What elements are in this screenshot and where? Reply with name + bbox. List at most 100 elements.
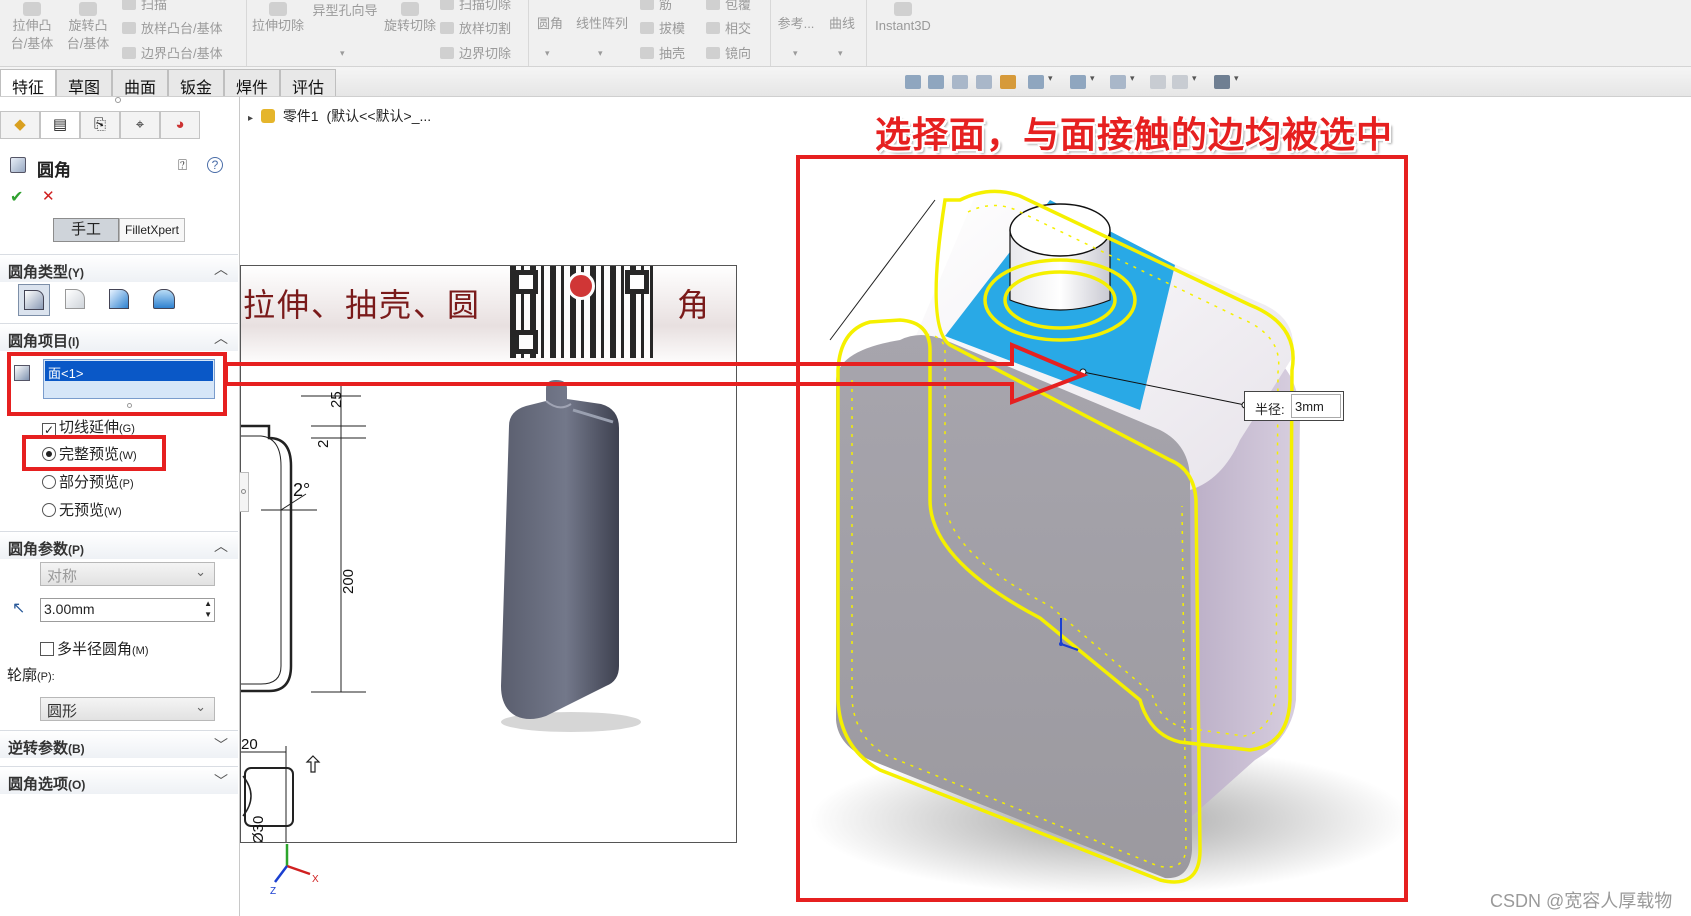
radius-spin-down-icon[interactable]: ▼ [204, 610, 212, 620]
annotation-box-model [796, 155, 1408, 902]
panel-splitter-handle[interactable] [115, 97, 121, 103]
fillet-options-section-header[interactable]: 圆角选项(O) ﹀ [0, 766, 238, 794]
property-manager-tab[interactable]: ▤ [40, 111, 80, 139]
collapse-chevron-icon[interactable]: ︿ [214, 259, 228, 279]
view-orientation-icon[interactable] [1028, 75, 1044, 89]
hide-show-icon[interactable] [1110, 75, 1126, 89]
revolved-boss-button[interactable]: 旋转凸台/基体 [62, 2, 114, 53]
configuration-manager-tab[interactable]: ⎘ [80, 111, 120, 139]
swept-cut-button[interactable]: 扫描切除 [440, 0, 511, 13]
radius-input[interactable]: 3.00mm ▲ ▼ [40, 598, 215, 622]
constant-size-fillet-button[interactable] [18, 284, 50, 316]
fillet-button[interactable]: 圆角 [530, 2, 570, 33]
revolved-cut-button[interactable]: 旋转切除 [384, 2, 436, 35]
boundary-cut-button[interactable]: 边界切除 [440, 43, 511, 62]
curves-dropdown-icon[interactable]: ▾ [838, 48, 843, 59]
no-preview-radio[interactable]: 无预览(W) [42, 499, 122, 520]
reverse-params-section-header[interactable]: 逆转参数(B) ﹀ [0, 730, 238, 758]
tab-sheet-metal-label: 钣金 [179, 80, 212, 97]
cancel-button[interactable]: ✕ [42, 187, 55, 205]
reference-geometry-dropdown-icon[interactable]: ▾ [793, 48, 798, 59]
tangent-propagation-shortcut: (G) [119, 423, 135, 435]
display-style-icon[interactable] [1070, 75, 1086, 89]
lofted-cut-button[interactable]: 放样切割 [440, 18, 511, 37]
detailed-preview-icon[interactable]: ⍰ [178, 157, 187, 174]
extruded-cut-label: 拉伸切除 [252, 18, 305, 33]
apply-scene-dropdown-icon[interactable]: ▾ [1192, 73, 1197, 84]
dimxpert-tab[interactable]: ⌖ [120, 111, 160, 139]
curves-button[interactable]: 曲线 [822, 2, 862, 33]
expand-chevron-icon[interactable]: ﹀ [214, 735, 228, 755]
draft-button[interactable]: 拔模 [640, 18, 685, 37]
full-round-fillet-button[interactable] [148, 284, 180, 316]
view-orientation-dropdown-icon[interactable]: ▾ [1048, 73, 1053, 84]
view-settings-icon[interactable] [1214, 75, 1230, 89]
extruded-cut-button[interactable]: 拉伸切除 [252, 2, 304, 35]
panel-collapse-tab[interactable] [240, 472, 249, 512]
fillet-items-section-header[interactable]: 圆角项目(I) ︿ [0, 323, 238, 351]
swept-boss-button[interactable]: 扫描 [122, 0, 167, 13]
rib-button[interactable]: 筋 [640, 0, 672, 13]
view-settings-dropdown-icon[interactable]: ▾ [1234, 73, 1239, 84]
display-style-dropdown-icon[interactable]: ▾ [1090, 73, 1095, 84]
multi-radius-checkbox[interactable]: 多半径圆角(M) [40, 638, 149, 659]
zoom-to-fit-icon[interactable] [905, 75, 921, 89]
reference-geometry-button[interactable]: 参考... [772, 2, 820, 33]
reverse-params-title: 逆转参数 [8, 740, 69, 757]
wrap-button[interactable]: 包覆 [706, 0, 751, 13]
section-view-icon[interactable] [976, 75, 992, 89]
lofted-boss-button[interactable]: 放样凸台/基体 [122, 18, 223, 37]
manual-mode-button[interactable]: 手工 [53, 218, 119, 242]
collapse-chevron-icon[interactable]: ︿ [214, 536, 228, 556]
fillet-dropdown-icon[interactable]: ▾ [545, 48, 550, 59]
tab-evaluate[interactable]: 评估 [280, 69, 336, 97]
display-manager-tab[interactable]: ◕ [160, 111, 200, 139]
feature-tree-root[interactable]: ▸ 零件1 (默认<<默认>_... [248, 106, 431, 126]
tab-sketch[interactable]: 草图 [56, 69, 112, 97]
mirror-label: 镜向 [725, 46, 752, 61]
hide-show-dropdown-icon[interactable]: ▾ [1130, 73, 1135, 84]
tab-surfaces[interactable]: 曲面 [112, 69, 168, 97]
ok-button[interactable]: ✔ [10, 187, 23, 207]
fillet-params-section-header[interactable]: 圆角参数(P) ︿ [0, 531, 238, 559]
hole-wizard-dropdown-icon[interactable]: ▾ [340, 48, 345, 59]
expand-arrow-icon[interactable]: ▸ [248, 113, 253, 124]
collapse-chevron-icon[interactable]: ︿ [214, 328, 228, 348]
radius-spin-up-icon[interactable]: ▲ [204, 599, 212, 609]
help-icon[interactable]: ? [207, 157, 223, 173]
tab-features[interactable]: 特征 [0, 69, 56, 97]
linear-pattern-button[interactable]: 线性阵列 [570, 2, 634, 33]
profile-dropdown[interactable]: 圆形 ⌄ [40, 697, 215, 721]
intersect-button[interactable]: 相交 [706, 18, 751, 37]
face-fillet-button[interactable] [104, 284, 136, 316]
apply-scene-icon[interactable] [1172, 75, 1188, 89]
boundary-boss-label: 边界凸台/基体 [141, 46, 223, 61]
filletxpert-mode-label: FilletXpert [124, 223, 180, 237]
fillet-method-dropdown[interactable]: 对称 ⌄ [40, 562, 215, 586]
fillet-type-section-header[interactable]: 圆角类型(Y) ︿ [0, 254, 238, 282]
expand-chevron-icon[interactable]: ﹀ [214, 771, 228, 791]
variable-size-fillet-button[interactable] [60, 284, 92, 316]
hole-wizard-button[interactable]: 异型孔向导 [306, 2, 384, 20]
shell-button[interactable]: 抽壳 [640, 43, 685, 62]
boundary-boss-button[interactable]: 边界凸台/基体 [122, 43, 223, 62]
dimxpert-icon: ⌖ [135, 116, 145, 133]
previous-view-icon[interactable] [952, 75, 968, 89]
tab-sheet-metal[interactable]: 钣金 [168, 69, 224, 97]
mirror-button[interactable]: 镜向 [706, 43, 751, 62]
rib-icon [640, 0, 654, 10]
curves-label: 曲线 [828, 16, 855, 31]
filletxpert-mode-button[interactable]: FilletXpert [119, 218, 185, 242]
partial-preview-radio[interactable]: 部分预览(P) [42, 471, 134, 492]
tangent-propagation-checkbox[interactable]: ✓ 切线延伸(G) [42, 416, 135, 437]
dynamic-annotation-icon[interactable] [1000, 75, 1016, 89]
feature-manager-tab[interactable]: ◆ [0, 111, 40, 139]
instant3d-button[interactable]: Instant3D [868, 2, 938, 35]
dimension-angle: 2° [293, 480, 310, 500]
no-preview-radio-icon [42, 503, 56, 517]
extruded-boss-button[interactable]: 拉伸凸台/基体 [6, 2, 58, 53]
linear-pattern-dropdown-icon[interactable]: ▾ [598, 48, 603, 59]
edit-appearance-icon[interactable] [1150, 75, 1166, 89]
tab-weldments[interactable]: 焊件 [224, 69, 280, 97]
zoom-to-area-icon[interactable] [928, 75, 944, 89]
